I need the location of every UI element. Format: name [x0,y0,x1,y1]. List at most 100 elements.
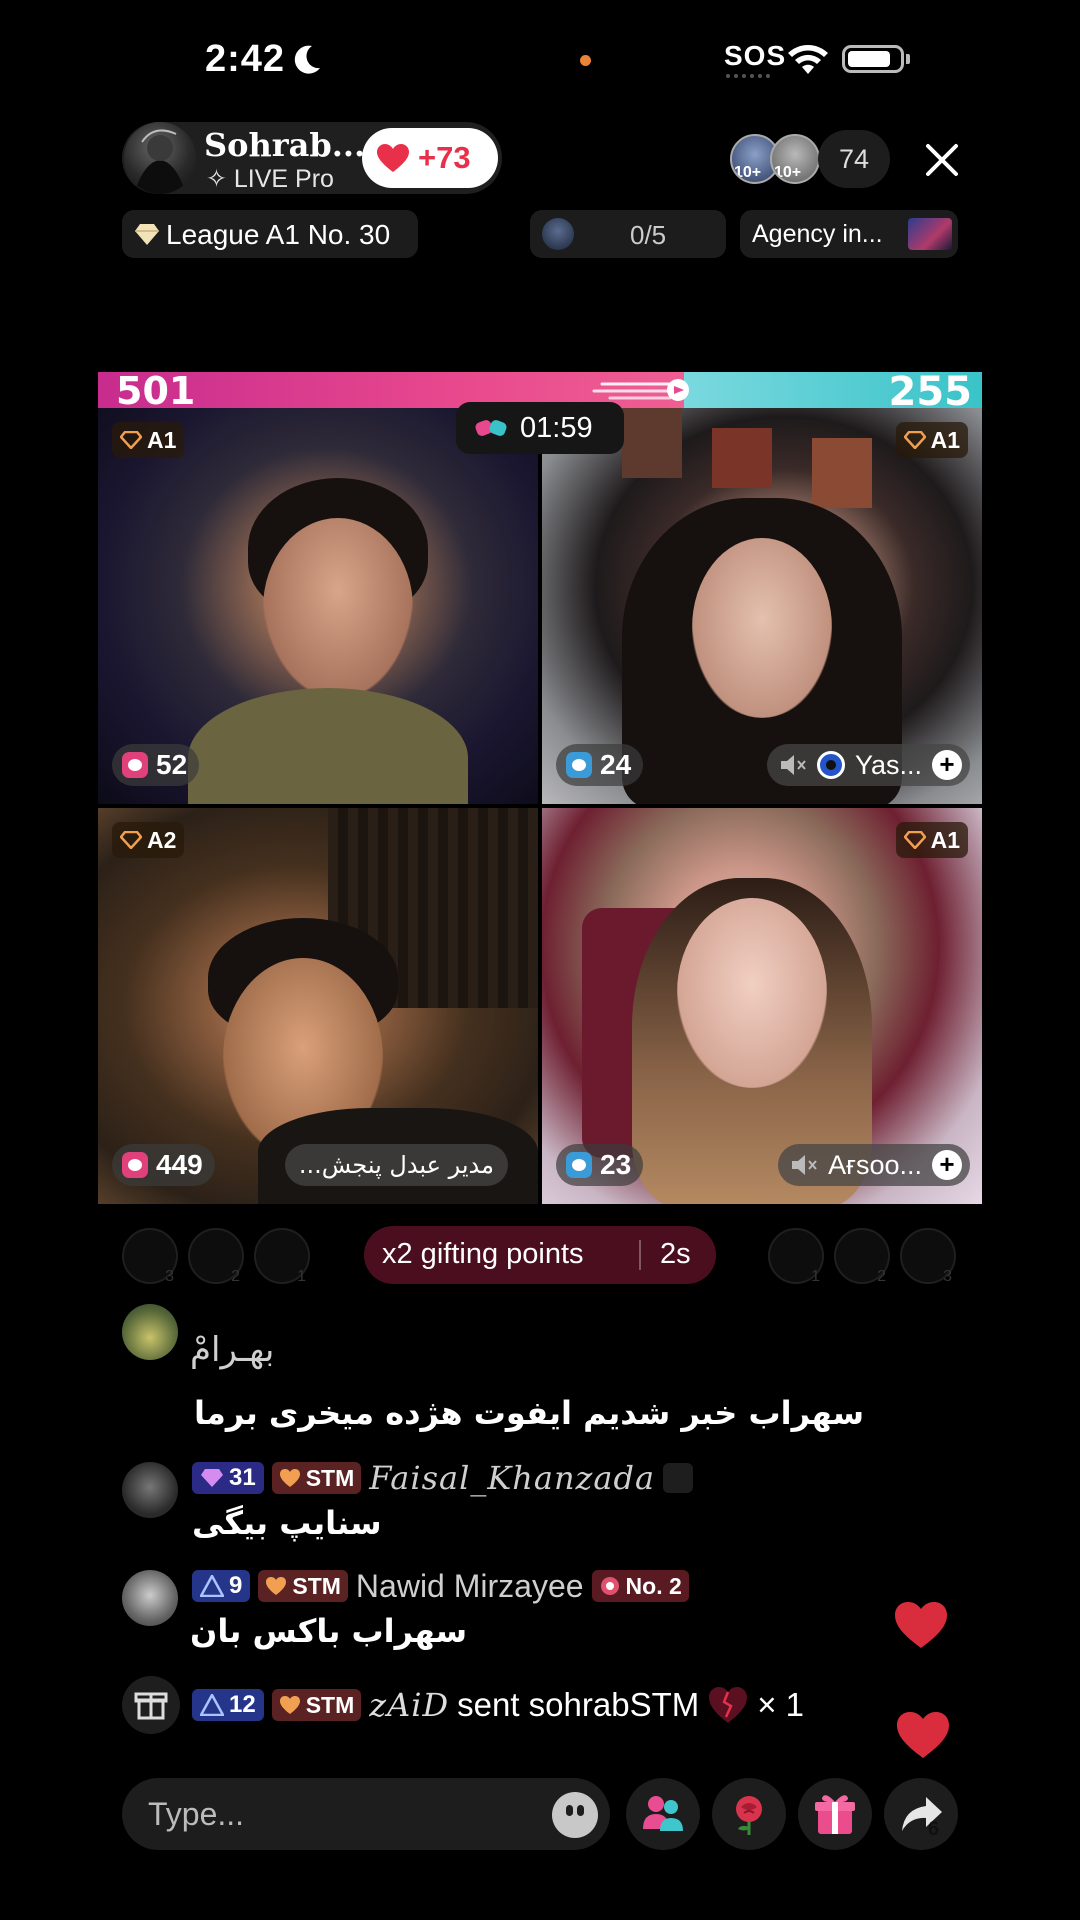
chat-username[interactable]: Faisal_Khanzada [369,1459,655,1497]
rank-label: No. 2 [625,1572,682,1599]
rank-label: A2 [147,826,177,853]
share-count: 6 [928,1818,940,1840]
fan-club-badge: STM [271,1462,362,1494]
chat-username[interactable]: بهـرامْ [190,1330,274,1370]
guest-tile[interactable]: A2 449 مدیر عبدل پنجش... [98,808,538,1204]
top-gifter-avatar[interactable]: 2 [834,1228,890,1285]
heart-icon [266,1577,287,1595]
guest-name-pill[interactable]: Yas... + [766,744,970,786]
coin-count-pill[interactable]: 449 [112,1144,215,1186]
gifting-points-timer: 2s [660,1238,691,1270]
rose-gift-button[interactable] [712,1778,786,1850]
chat-avatar[interactable] [122,1570,178,1626]
gifter-rank: 2 [877,1268,886,1285]
sos-indicator: SOS [724,40,787,71]
viewer-avatar[interactable]: 10+ [770,134,820,184]
rank-label: A1 [930,426,960,453]
battle-right-score: 255 [888,372,973,408]
guest-video [263,518,413,698]
guest-name: Aғsoo... [828,1149,922,1180]
guest-name-pill[interactable]: Aғsoo... + [778,1144,970,1186]
chat-header: 31 STM Faisal_Khanzada [192,1458,694,1498]
plus-icon[interactable]: + [932,1150,962,1180]
floating-heart-icon [895,1602,947,1648]
gift-button[interactable] [798,1778,872,1850]
coin-icon [122,752,148,778]
follow-like-button[interactable]: +73 [362,128,498,188]
fan-club-label: STM [305,1691,355,1718]
chat-avatar[interactable] [122,1304,178,1360]
gifter-rank: 3 [943,1268,952,1285]
guest-tile[interactable]: A1 52 [98,408,538,804]
guest-video [692,538,832,718]
battle-divider-streaks [592,379,689,401]
top-gifter-avatar[interactable]: 1 [768,1228,824,1285]
top-gifter-avatar[interactable]: 3 [900,1228,956,1285]
chat-message: سنایپ بیگی [192,1504,382,1542]
top-gifter-avatar[interactable]: 3 [122,1228,178,1285]
rank-badge: A1 [112,422,185,458]
chat-header: 9 STM Nawid Mirzayee No. 2 [192,1566,689,1606]
gift-event: 12 STM zAiD sent sohrabSTM × 1 [192,1685,804,1725]
top-gifter-avatar[interactable]: 2 [188,1228,244,1285]
guest-name: مدیر عبدل پنجش... [298,1151,494,1179]
diamond-icon [903,431,926,449]
host-name: Sohrab... [204,126,366,164]
comment-input[interactable]: Type... [122,1778,610,1850]
viewer-count[interactable]: 74 [818,130,890,188]
chat-username[interactable]: Nawid Mirzayee [356,1568,584,1605]
status-bar: 2:42 SOS [0,0,1080,120]
rank-badge: A1 [895,422,968,458]
top-gifter-avatar[interactable]: 1 [254,1228,310,1285]
share-button[interactable]: 6 [884,1778,958,1850]
divider [639,1240,641,1270]
plus-icon[interactable]: + [932,750,962,780]
coin-count: 23 [600,1149,632,1180]
guest-video [812,438,872,508]
user-level: 12 [229,1691,256,1718]
chat-message: سهراب باکس بان [190,1612,468,1650]
fan-club-label: STM [292,1572,341,1599]
comment-placeholder: Type... [148,1796,245,1832]
host-profile-pill[interactable]: Sohrab... ✧ LIVE Pro +73 [122,122,502,194]
rank-badge: A1 [895,822,968,858]
gifter-rank: 2 [231,1268,240,1285]
present-icon [815,1795,855,1834]
guest-tile[interactable]: A1 24 Yas... + [542,408,982,804]
host-subtitle: ✧ LIVE Pro [206,165,334,193]
top-viewers[interactable]: 10+ 10+ 74 [730,130,890,188]
gifting-points-label: x2 gifting points [382,1238,584,1270]
mute-icon [780,755,806,775]
battle-gloves-icon [475,420,507,436]
mute-icon [792,1155,817,1175]
gifter-rank: 1 [811,1268,820,1285]
gifter-rank: 3 [165,1268,174,1285]
coin-count-pill[interactable]: 52 [112,744,200,786]
close-icon[interactable] [922,140,962,180]
heart-icon [279,1469,300,1487]
chat-message: سهراب خبر شدیم ایفوت هژده میخری برما [194,1394,865,1432]
guest-slot-icon [542,218,574,250]
wifi-icon [788,45,828,74]
rose-icon [736,1796,762,1835]
viewer-rank: 10+ [734,164,762,181]
coin-count-pill[interactable]: 24 [556,744,644,786]
rank-label: A1 [147,426,177,453]
gift-sender[interactable]: zAiD [369,1686,449,1724]
heart-icon [377,144,409,172]
guest-video [188,688,468,804]
gift-count: × 1 [757,1686,805,1723]
coin-count-pill[interactable]: 23 [556,1144,644,1186]
guest-tile[interactable]: A1 23 Aғsoo... + [542,808,982,1204]
multi-guest-button[interactable] [626,1778,700,1850]
agency-badge[interactable]: Agency in... [740,210,958,258]
guest-slots[interactable]: 0/5 [530,210,726,258]
emoji-icon[interactable] [552,1792,598,1838]
league-badge[interactable]: League A1 No. 30 [122,210,418,258]
gifter-rank: 1 [297,1268,306,1285]
chat-avatar[interactable] [122,1462,178,1518]
host-avatar[interactable] [124,122,196,194]
guest-name-pill[interactable]: مدیر عبدل پنجش... [284,1144,508,1186]
battery-cap [906,54,910,64]
agency-image [908,218,952,250]
